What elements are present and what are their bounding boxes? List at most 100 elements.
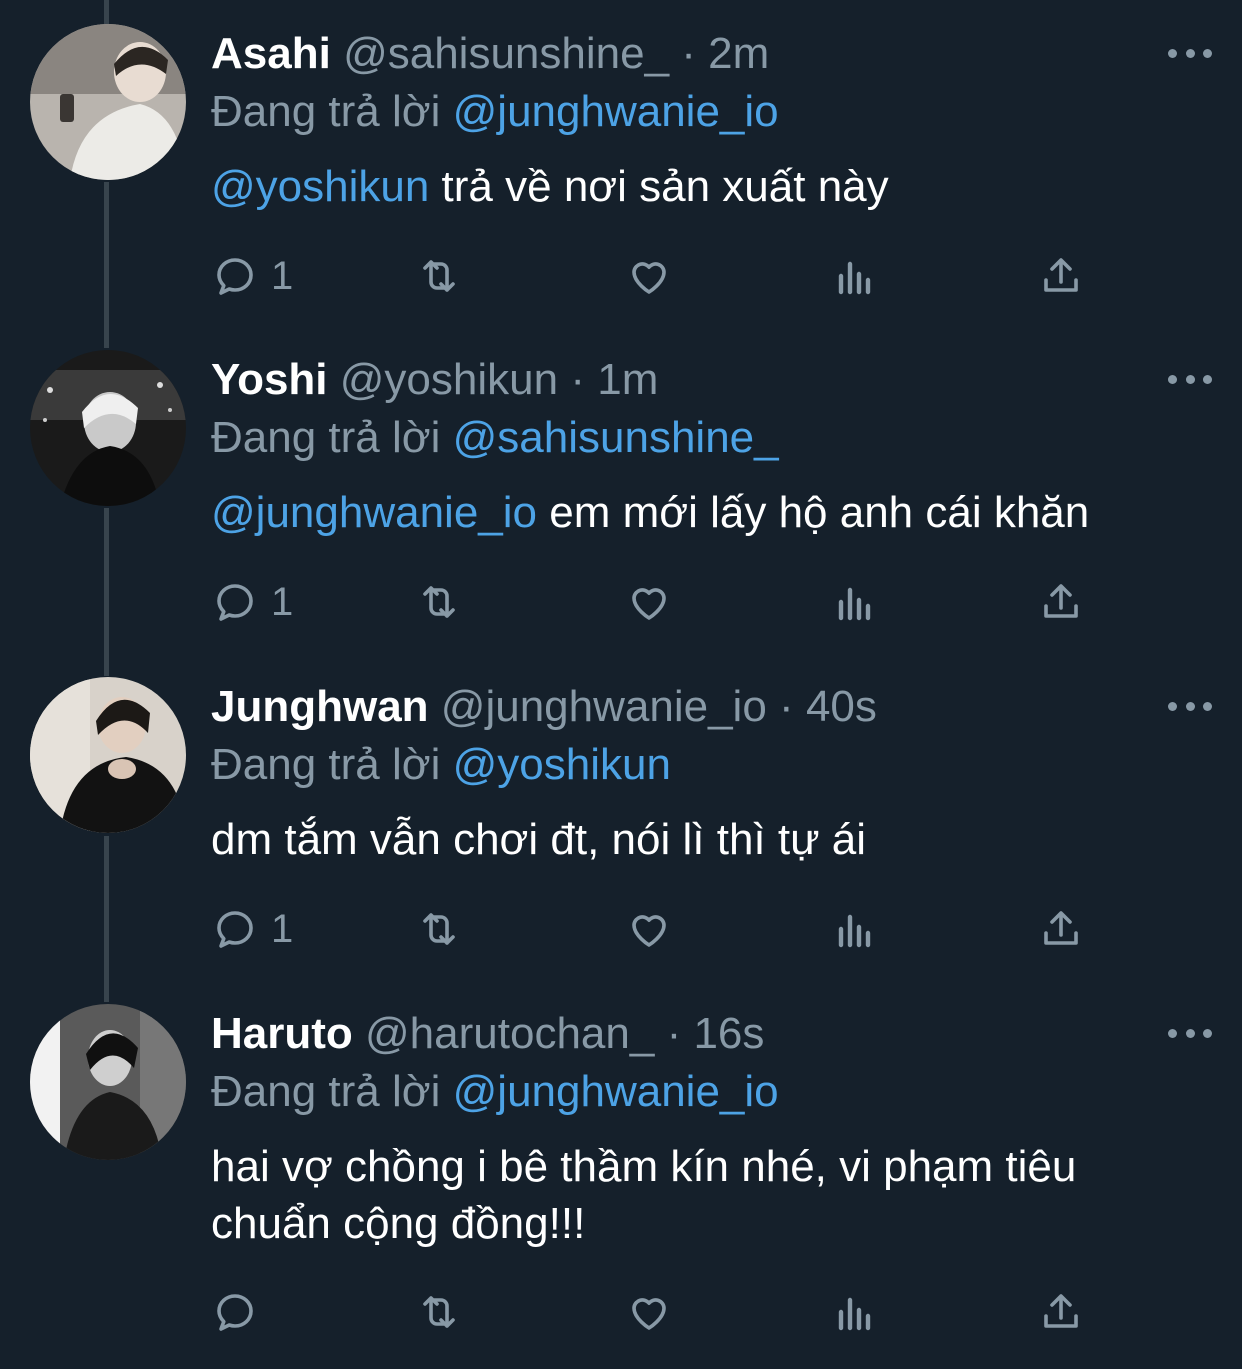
analytics-icon (838, 261, 871, 295)
body-mention[interactable]: @yoshikun (211, 162, 429, 211)
body-text: hai vợ chồng i bê thầm kín nhé, vi phạm … (211, 1142, 1077, 1248)
timestamp[interactable]: 40s (806, 682, 877, 731)
replying-prefix: Đang trả lời (211, 1067, 441, 1116)
replying-prefix: Đang trả lời (211, 740, 441, 789)
user-handle[interactable]: @yoshikun (340, 355, 558, 404)
tweet[interactable]: Yoshi @yoshikun · 1m Đang trả lời @sahis… (0, 350, 1242, 660)
thread-line (104, 0, 109, 24)
avatar-image (30, 350, 186, 506)
avatar[interactable] (30, 1004, 186, 1160)
tweet-header: Junghwan @junghwanie_io · 40s (211, 681, 877, 733)
share-icon (1044, 1294, 1078, 1328)
more-icon[interactable] (1168, 1018, 1212, 1048)
user-handle[interactable]: @sahisunshine_ (343, 29, 669, 78)
share-button[interactable] (1037, 246, 1085, 306)
share-icon (1044, 258, 1078, 292)
retweet-icon (423, 260, 455, 292)
avatar-image (30, 1004, 186, 1160)
timestamp[interactable]: 2m (708, 29, 769, 78)
body-text: trả về nơi sản xuất này (429, 162, 889, 211)
reply-button[interactable]: 1 (211, 572, 293, 632)
replying-to-line: Đang trả lời @sahisunshine_ (211, 412, 779, 464)
tweet-header: Haruto @harutochan_ · 16s (211, 1008, 764, 1060)
reply-count: 1 (271, 579, 294, 624)
avatar[interactable] (30, 24, 186, 180)
replying-to-mention[interactable]: @sahisunshine_ (453, 413, 779, 462)
reply-icon (217, 1294, 253, 1331)
tweet[interactable]: Junghwan @junghwanie_io · 40s Đang trả l… (0, 677, 1242, 987)
reply-button[interactable]: 1 (211, 899, 293, 959)
more-icon[interactable] (1168, 38, 1212, 68)
body-text: em mới lấy hộ anh cái khăn (537, 488, 1090, 537)
separator-dot: · (779, 682, 794, 731)
avatar-image (30, 24, 186, 180)
display-name[interactable]: Asahi (211, 29, 331, 78)
retweet-button[interactable] (415, 899, 463, 959)
retweet-button[interactable] (415, 1282, 463, 1342)
timestamp[interactable]: 16s (693, 1009, 764, 1058)
replying-prefix: Đang trả lời (211, 413, 441, 462)
action-bar: 1 (211, 899, 1111, 959)
retweet-icon (423, 913, 455, 945)
heart-icon (632, 262, 666, 294)
replying-to-mention[interactable]: @junghwanie_io (453, 87, 779, 136)
like-button[interactable] (625, 1282, 673, 1342)
more-icon[interactable] (1168, 691, 1212, 721)
analytics-button[interactable] (831, 572, 879, 632)
more-icon[interactable] (1168, 364, 1212, 394)
replying-prefix: Đang trả lời (211, 87, 441, 136)
tweet-text: dm tắm vẫn chơi đt, nói lì thì tự ái (211, 811, 1201, 868)
replying-to-line: Đang trả lời @junghwanie_io (211, 86, 779, 138)
separator-dot: · (666, 1009, 682, 1058)
reply-button[interactable] (211, 1282, 271, 1342)
reply-icon (217, 911, 253, 948)
retweet-icon (423, 1296, 455, 1328)
analytics-button[interactable] (831, 1282, 879, 1342)
tweet-text: @junghwanie_io em mới lấy hộ anh cái khă… (211, 484, 1201, 541)
analytics-icon (838, 1297, 871, 1331)
share-button[interactable] (1037, 899, 1085, 959)
user-handle[interactable]: @junghwanie_io (441, 682, 767, 731)
heart-icon (632, 588, 666, 620)
user-handle[interactable]: @harutochan_ (365, 1009, 654, 1058)
display-name[interactable]: Haruto (211, 1009, 353, 1058)
replying-to-line: Đang trả lời @junghwanie_io (211, 1066, 779, 1118)
replying-to-mention[interactable]: @junghwanie_io (453, 1067, 779, 1116)
reply-icon (217, 584, 253, 621)
retweet-icon (423, 586, 455, 618)
reply-icon (217, 258, 253, 295)
display-name[interactable]: Junghwan (211, 682, 429, 731)
tweet[interactable]: Haruto @harutochan_ · 16s Đang trả lời @… (0, 1004, 1242, 1369)
replying-to-mention[interactable]: @yoshikun (453, 740, 671, 789)
retweet-button[interactable] (415, 572, 463, 632)
tweet-text: @yoshikun trả về nơi sản xuất này (211, 158, 1201, 215)
share-icon (1044, 584, 1078, 618)
like-button[interactable] (625, 572, 673, 632)
share-button[interactable] (1037, 572, 1085, 632)
like-button[interactable] (625, 899, 673, 959)
action-bar (211, 1282, 1111, 1342)
reply-count: 1 (271, 906, 294, 951)
action-bar: 1 (211, 572, 1111, 632)
tweet-header: Yoshi @yoshikun · 1m (211, 354, 658, 406)
share-button[interactable] (1037, 1282, 1085, 1342)
tweet-header: Asahi @sahisunshine_ · 2m (211, 28, 769, 80)
avatar[interactable] (30, 677, 186, 833)
separator-dot: · (681, 29, 696, 78)
separator-dot: · (570, 355, 585, 404)
retweet-button[interactable] (415, 246, 463, 306)
analytics-icon (838, 587, 871, 621)
tweet[interactable]: Asahi @sahisunshine_ · 2m Đang trả lời @… (0, 24, 1242, 334)
reply-count: 1 (271, 253, 294, 298)
like-button[interactable] (625, 246, 673, 306)
display-name[interactable]: Yoshi (211, 355, 328, 404)
timestamp[interactable]: 1m (597, 355, 658, 404)
analytics-button[interactable] (831, 246, 879, 306)
body-mention[interactable]: @junghwanie_io (211, 488, 537, 537)
replying-to-line: Đang trả lời @yoshikun (211, 739, 671, 791)
avatar[interactable] (30, 350, 186, 506)
reply-button[interactable]: 1 (211, 246, 293, 306)
share-icon (1044, 911, 1078, 945)
analytics-button[interactable] (831, 899, 879, 959)
heart-icon (632, 1298, 666, 1330)
